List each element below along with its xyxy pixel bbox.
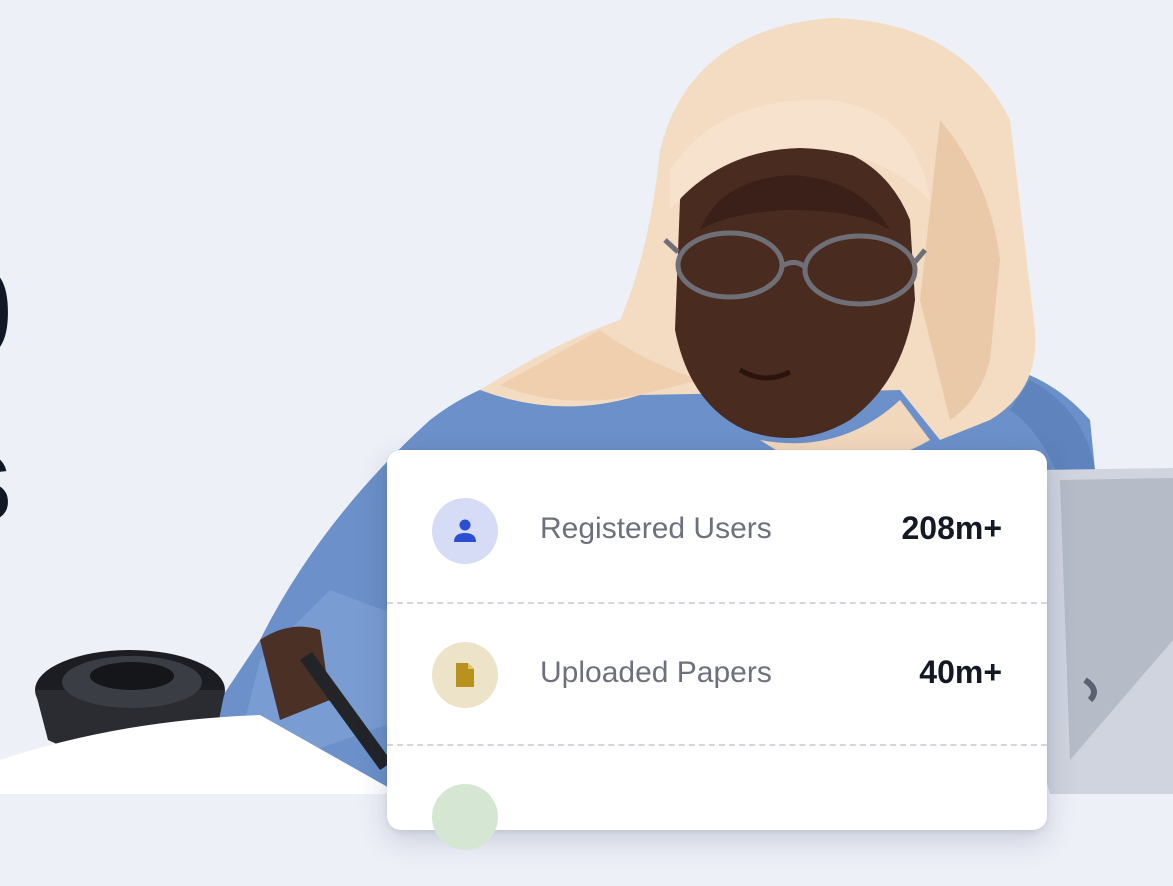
stat-row-uploaded-papers: Uploaded Papers 40m+ [387,602,1047,744]
stats-card: Registered Users 208m+ Uploaded Papers 4… [387,450,1047,850]
laptop [1040,468,1173,794]
stat-value: 40m+ [919,654,1002,690]
stat-row-registered-users: Registered Users 208m+ [387,460,1047,602]
hero-heading-line-1: 0 [0,250,13,378]
document-icon [432,642,498,708]
user-icon [432,498,498,564]
stat-label: Uploaded Papers [540,656,772,689]
stat-value: 208m+ [901,510,1002,546]
headscarf [480,18,1036,440]
coffee-cup [35,650,225,760]
glasses [663,230,927,307]
stat-row-partial [387,744,1047,886]
stat-label: Registered Users [540,512,772,545]
pen [300,652,392,770]
hero-heading-line-2: s [0,415,13,543]
face [675,140,915,438]
